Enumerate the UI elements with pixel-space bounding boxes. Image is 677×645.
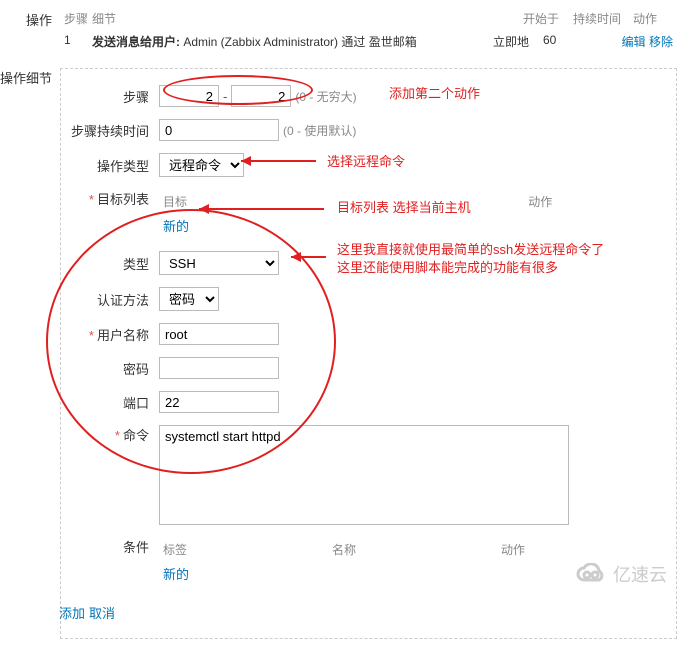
password-label: 密码 xyxy=(69,359,159,378)
steps-label: 步骤 xyxy=(69,87,159,106)
step-to-input[interactable] xyxy=(231,85,291,107)
command-label: 命令 xyxy=(69,425,159,444)
annotation-ssh-line1: 这里我直接就使用最简单的ssh发送远程命令了 xyxy=(337,239,604,258)
port-input[interactable] xyxy=(159,391,279,413)
col-action: 动作 xyxy=(633,10,673,27)
step-number: 1 xyxy=(64,33,92,50)
cloud-icon xyxy=(573,563,607,585)
duration-hint: (0 - 使用默认) xyxy=(283,122,356,139)
op-type-label: 操作类型 xyxy=(69,156,159,175)
auth-select[interactable]: 密码 xyxy=(159,287,219,311)
step-from-input[interactable] xyxy=(159,85,219,107)
operation-row-1: 1 发送消息给用户: Admin (Zabbix Administrator) … xyxy=(60,29,677,54)
annotation-target-host: 目标列表 选择当前主机 xyxy=(337,197,471,216)
target-list-label: 目标列表 xyxy=(69,189,159,208)
edit-link[interactable]: 编辑 xyxy=(622,35,646,49)
command-textarea[interactable] xyxy=(159,425,569,525)
cond-col-action: 动作 xyxy=(499,539,666,560)
type-label: 类型 xyxy=(69,254,159,273)
operation-detail-label: 操作细节 xyxy=(0,66,60,87)
op-type-select[interactable]: 远程命令 xyxy=(159,153,244,177)
cancel-link[interactable]: 取消 xyxy=(89,603,115,622)
type-select[interactable]: SSH xyxy=(159,251,279,275)
arrow-icon xyxy=(241,153,321,169)
conditions-new-link[interactable]: 新的 xyxy=(163,567,189,582)
add-link[interactable]: 添加 xyxy=(59,603,85,622)
col-step: 步骤 xyxy=(64,10,92,27)
steps-hint: (0 - 无穷大) xyxy=(295,88,356,105)
operation-starts: 立即地 xyxy=(493,33,543,50)
cond-col-name: 名称 xyxy=(330,539,497,560)
annotation-ssh-line2: 这里还能使用脚本能完成的功能有很多 xyxy=(337,257,558,276)
annotation-choose-remote: 选择远程命令 xyxy=(327,151,405,170)
step-duration-input[interactable] xyxy=(159,119,279,141)
watermark-text: 亿速云 xyxy=(613,561,667,587)
password-input[interactable] xyxy=(159,357,279,379)
col-detail: 细节 xyxy=(92,10,523,27)
remove-link[interactable]: 移除 xyxy=(649,35,673,49)
target-new-link[interactable]: 新的 xyxy=(163,219,189,234)
operations-header: 步骤 细节 开始于 持续时间 动作 xyxy=(60,8,677,29)
step-duration-label: 步骤持续时间 xyxy=(69,121,159,140)
username-input[interactable] xyxy=(159,323,279,345)
username-label: 用户名称 xyxy=(69,325,159,344)
col-duration: 持续时间 xyxy=(573,10,633,27)
operation-detail: 发送消息给用户: Admin (Zabbix Administrator) 通过… xyxy=(92,33,493,50)
arrow-icon xyxy=(291,249,331,265)
auth-label: 认证方法 xyxy=(69,290,159,309)
operation-detail-rest: Admin (Zabbix Administrator) 通过 盈世邮箱 xyxy=(180,35,417,49)
col-starts: 开始于 xyxy=(523,10,573,27)
operation-detail-bold: 发送消息给用户: xyxy=(92,35,180,49)
conditions-label: 条件 xyxy=(69,537,159,556)
operations-label: 操作 xyxy=(0,8,60,29)
operation-duration: 60 xyxy=(543,33,603,50)
annotation-add-second: 添加第二个动作 xyxy=(389,83,480,102)
dash: - xyxy=(223,89,227,104)
cond-col-label: 标签 xyxy=(161,539,328,560)
port-label: 端口 xyxy=(69,393,159,412)
watermark: 亿速云 xyxy=(573,561,667,587)
